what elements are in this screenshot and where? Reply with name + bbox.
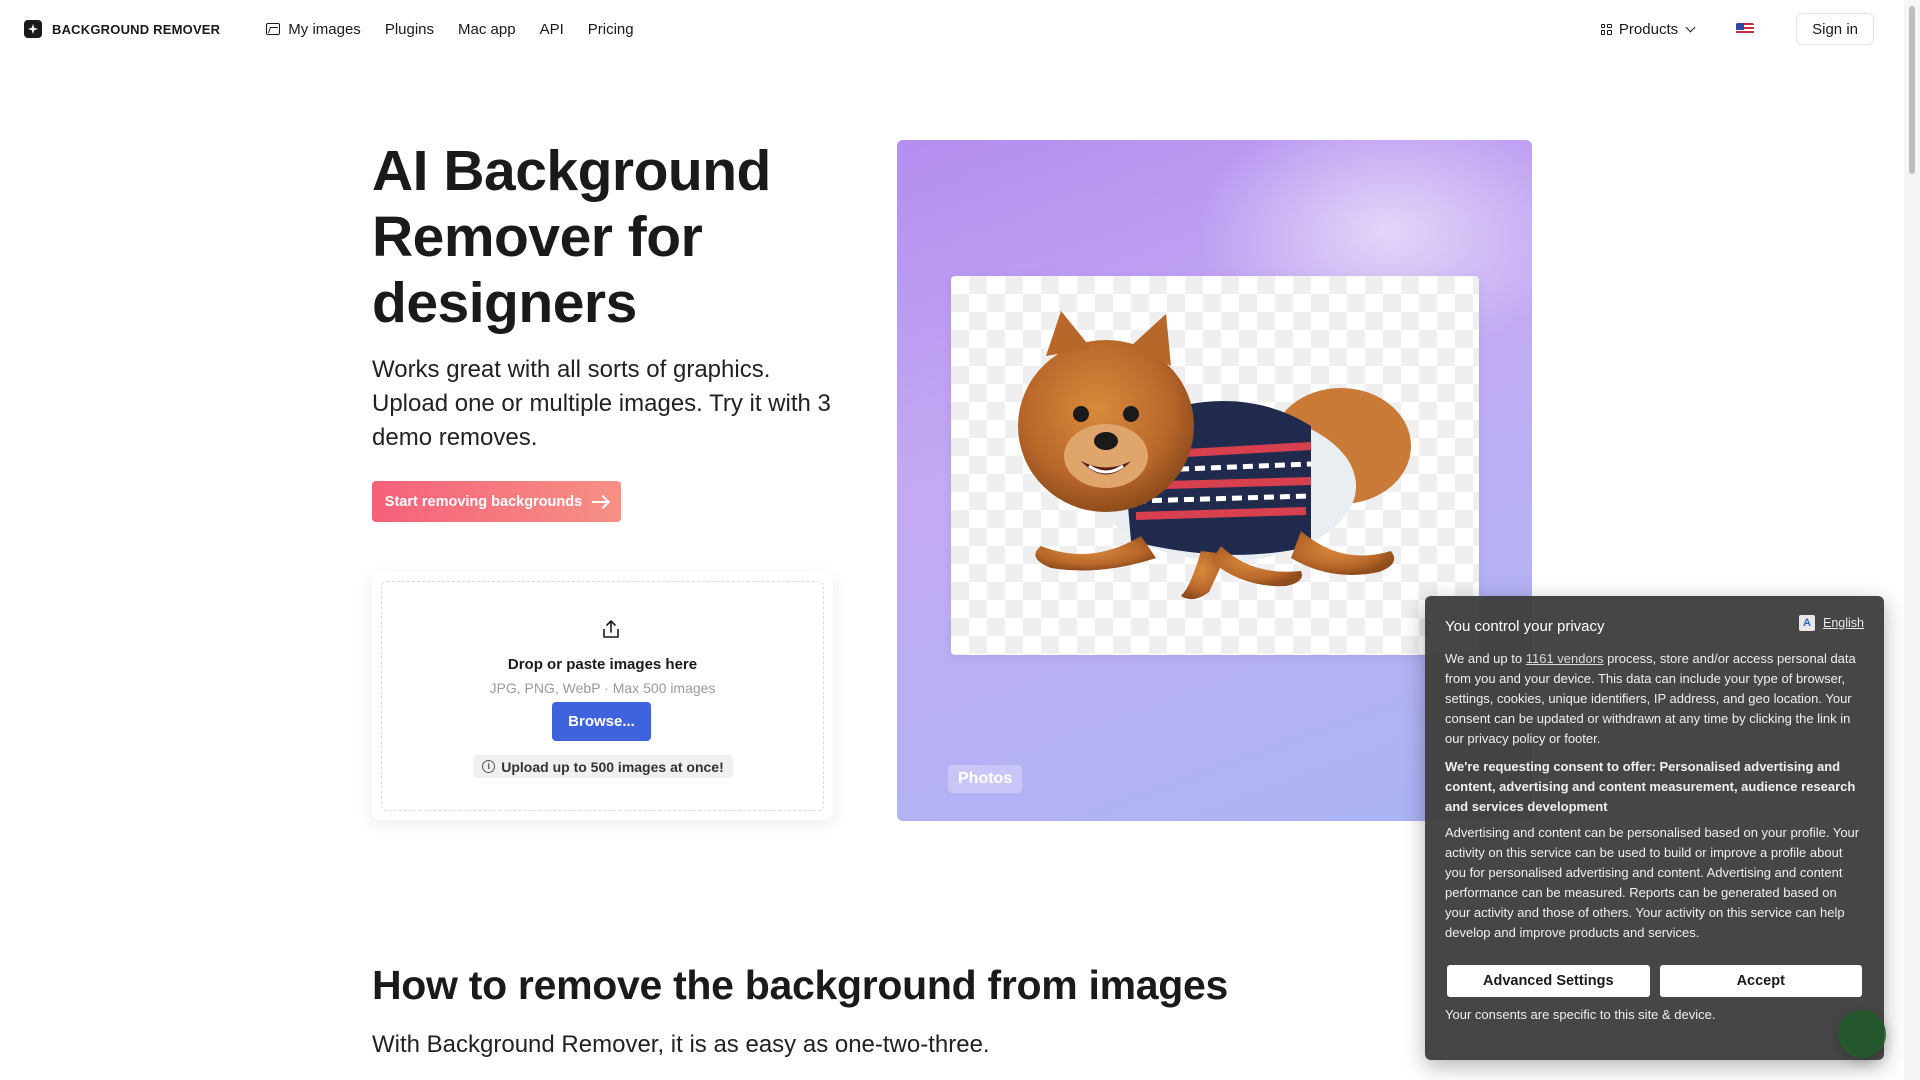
nav-pricing[interactable]: Pricing	[588, 21, 634, 38]
scrollbar-thumb[interactable]	[1909, 6, 1915, 174]
hero-subtitle: Works great with all sorts of graphics. …	[372, 356, 831, 451]
sign-in-button[interactable]: Sign in	[1796, 13, 1874, 45]
how-to-title: How to remove the background from images	[372, 962, 1228, 1008]
chevron-down-icon	[1685, 22, 1696, 32]
consent-actions: Advanced Settings Accept	[1445, 965, 1864, 997]
page-scrollbar[interactable]	[1904, 0, 1920, 1080]
dog-cutout-image	[1018, 311, 1411, 600]
how-to-subtitle: With Background Remover, it is as easy a…	[372, 1031, 990, 1058]
browse-button[interactable]: Browse...	[552, 702, 651, 741]
products-label: Products	[1618, 20, 1679, 38]
vendors-link[interactable]: 1161 vendors	[1526, 651, 1604, 666]
photos-tag[interactable]: Photos	[948, 765, 1023, 793]
nav-my-images[interactable]: My images	[266, 21, 361, 38]
translate-icon: A	[1799, 614, 1815, 631]
us-flag-icon[interactable]	[1736, 23, 1755, 35]
upload-limit-text: Upload up to 500 images at once!	[501, 758, 724, 775]
advanced-settings-button[interactable]: Advanced Settings	[1447, 965, 1650, 997]
language-selector[interactable]: A English	[1799, 614, 1864, 631]
consent-intro: We and up to 1161 vendors process, store…	[1445, 649, 1864, 749]
hero-title: AI Background Remover for designers	[372, 139, 771, 335]
arrow-right-icon	[592, 500, 609, 503]
grid-icon	[1600, 23, 1612, 35]
nav-my-images-label: My images	[288, 20, 361, 38]
consent-details: Advertising and content can be personali…	[1445, 825, 1860, 940]
chat-widget-button[interactable]	[1838, 1010, 1886, 1058]
image-icon	[266, 23, 281, 35]
consent-title: You control your privacy	[1445, 618, 1605, 635]
dropzone[interactable]: Drop or paste images here JPG, PNG, WebP…	[381, 581, 824, 811]
privacy-consent-dialog: You control your privacy A English We an…	[1425, 596, 1884, 1060]
products-menu[interactable]: Products	[1600, 20, 1696, 38]
language-label: English	[1823, 615, 1864, 630]
transparent-background-preview	[951, 276, 1479, 655]
consent-header: You control your privacy A English	[1445, 614, 1864, 635]
upload-card: Drop or paste images here JPG, PNG, WebP…	[372, 572, 833, 820]
nav-api[interactable]: API	[540, 21, 564, 38]
upload-limit-note: i Upload up to 500 images at once!	[473, 755, 733, 778]
drop-title: Drop or paste images here	[507, 656, 698, 673]
top-nav-bar: BACKGROUND REMOVER My images Plugins Mac…	[0, 0, 1904, 58]
header-actions: Products Sign in	[1600, 13, 1874, 45]
nav-mac-app[interactable]: Mac app	[458, 21, 516, 38]
consent-purposes: We're requesting consent to offer: Perso…	[1445, 759, 1856, 814]
sparkle-logo-icon	[24, 20, 42, 38]
upload-icon	[603, 620, 619, 638]
info-icon: i	[482, 760, 496, 773]
main-nav: My images Plugins Mac app API Pricing	[266, 21, 634, 38]
start-removing-button[interactable]: Start removing backgrounds	[372, 481, 621, 522]
consent-intro-start: We and up to	[1445, 651, 1526, 666]
consent-footer: Your consents are specific to this site …	[1445, 1007, 1716, 1022]
accept-button[interactable]: Accept	[1659, 965, 1862, 997]
drop-hint: JPG, PNG, WebP · Max 500 images	[489, 680, 716, 696]
logo[interactable]: BACKGROUND REMOVER	[24, 20, 220, 38]
logo-text: BACKGROUND REMOVER	[52, 21, 221, 37]
nav-plugins[interactable]: Plugins	[385, 21, 434, 38]
start-removing-label: Start removing backgrounds	[384, 493, 583, 510]
